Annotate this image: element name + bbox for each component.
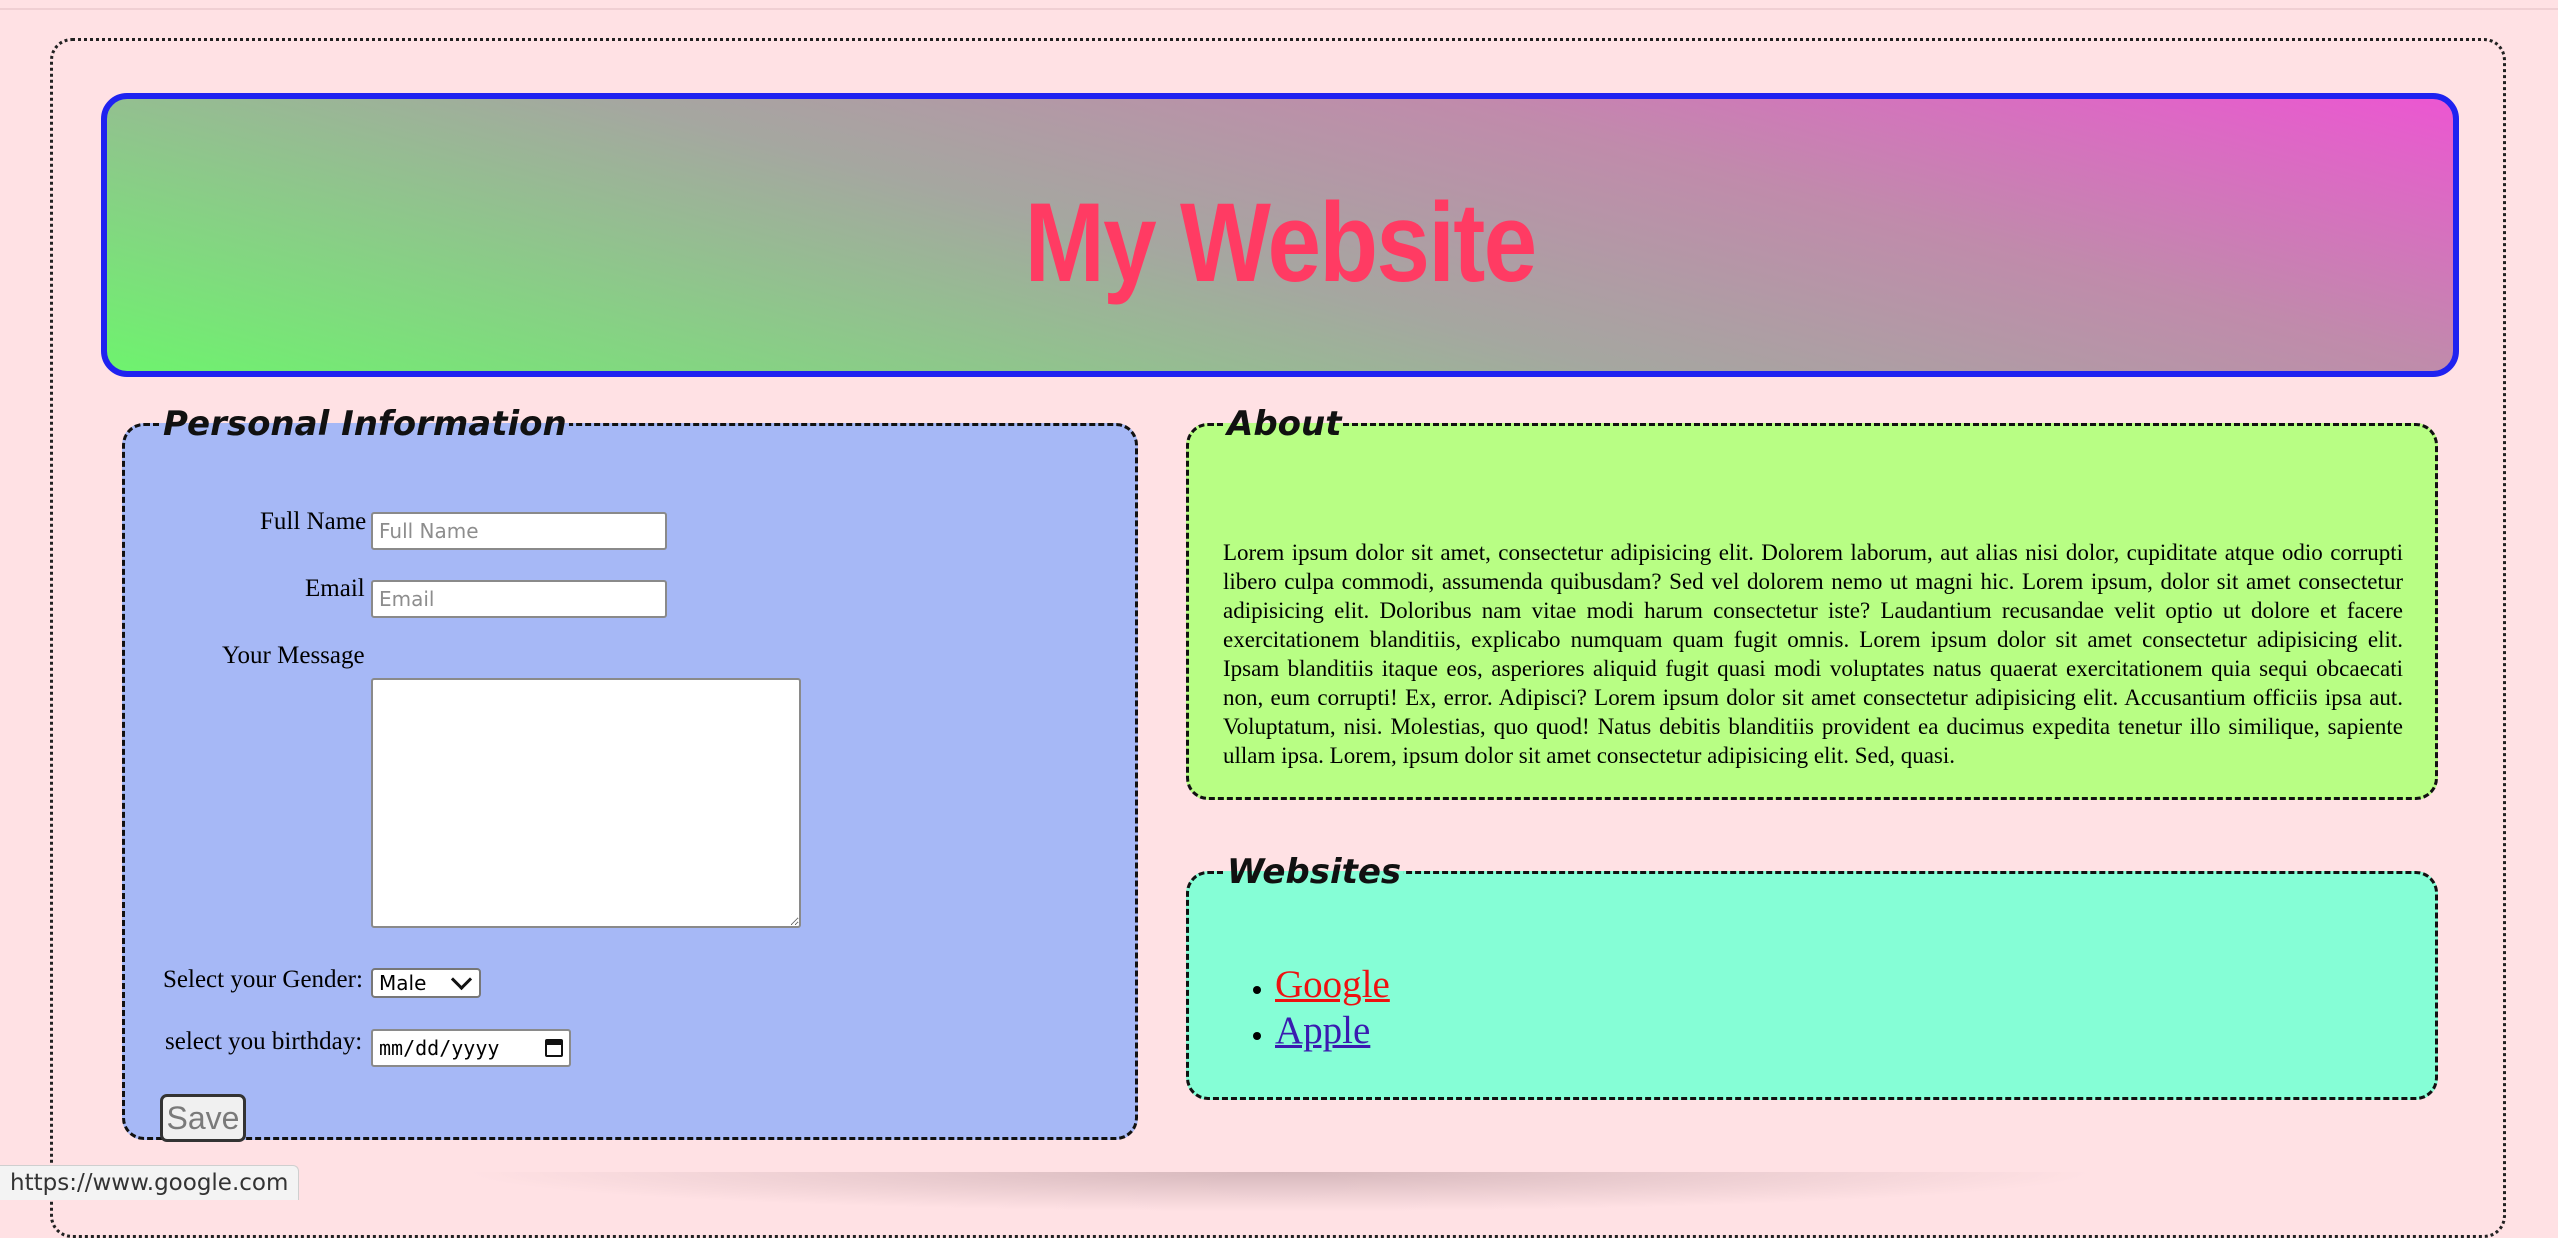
- websites-panel: Websites Google Apple: [1186, 852, 2438, 1100]
- status-bar-url: https://www.google.com: [0, 1165, 300, 1200]
- gender-select[interactable]: Male: [371, 968, 481, 998]
- email-label: Email: [305, 575, 365, 602]
- full-name-label: Full Name: [260, 508, 367, 535]
- google-link[interactable]: Google: [1275, 963, 1390, 1006]
- site-title: My Website: [1024, 179, 1538, 305]
- gender-label: Select your Gender:: [163, 966, 363, 993]
- top-divider: [0, 8, 2558, 10]
- gender-select-value: Male: [379, 971, 427, 995]
- apple-link[interactable]: Apple: [1275, 1009, 1370, 1052]
- calendar-icon[interactable]: [545, 1039, 563, 1057]
- websites-legend: Websites: [1227, 852, 1402, 892]
- personal-information-panel: Personal Information Full Name Email You…: [122, 404, 1138, 1142]
- save-button[interactable]: Save: [160, 1094, 246, 1142]
- birthday-date-input[interactable]: mm/dd/yyyy: [371, 1029, 571, 1067]
- email-input[interactable]: [371, 580, 667, 618]
- full-name-input[interactable]: [371, 512, 667, 550]
- site-header: My Website: [101, 93, 2459, 377]
- chevron-down-icon: [450, 968, 473, 990]
- birthday-label: select you birthday:: [165, 1028, 363, 1055]
- birthday-placeholder: mm/dd/yyyy: [379, 1036, 500, 1060]
- personal-information-legend: Personal Information: [163, 404, 567, 444]
- list-item: Apple: [1275, 1008, 1390, 1054]
- bottom-shadow: [460, 1172, 2100, 1212]
- message-label: Your Message: [222, 642, 365, 669]
- websites-link-list: Google Apple: [1225, 962, 1390, 1054]
- message-textarea[interactable]: [371, 678, 801, 928]
- about-panel: About Lorem ipsum dolor sit amet, consec…: [1186, 404, 2438, 800]
- about-legend: About: [1227, 404, 1342, 444]
- about-text: Lorem ipsum dolor sit amet, consectetur …: [1223, 540, 2403, 768]
- list-item: Google: [1275, 962, 1390, 1008]
